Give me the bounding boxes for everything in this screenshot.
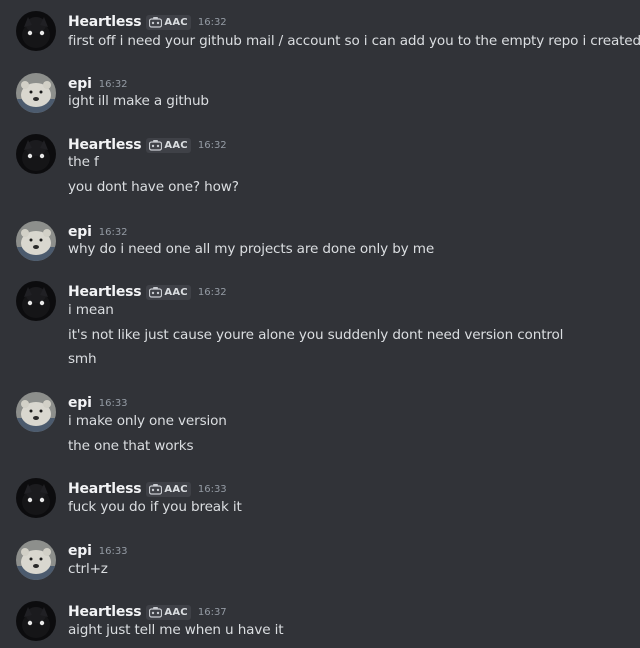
message-text: it's not like just cause youre alone you… (68, 327, 564, 343)
tag-icon (149, 16, 163, 28)
timestamp[interactable]: 16:32 (198, 140, 227, 151)
message-header: Heartless AAC 16:33 (68, 478, 227, 500)
tag-label: AAC (164, 606, 188, 618)
server-tag[interactable]: AAC (146, 137, 191, 153)
message-header: Heartless AAC 16:37 (68, 601, 227, 623)
message-text: i make only one version (68, 413, 227, 429)
timestamp[interactable]: 16:33 (198, 484, 227, 495)
message-header: epi 16:32 (68, 221, 128, 243)
tag-label: AAC (164, 286, 188, 298)
username[interactable]: epi (68, 224, 92, 240)
server-tag[interactable]: AAC (146, 284, 191, 300)
server-tag[interactable]: AAC (146, 14, 191, 30)
server-tag[interactable]: AAC (146, 481, 191, 497)
message-text: i mean (68, 302, 114, 318)
timestamp[interactable]: 16:32 (99, 79, 128, 90)
tag-icon (149, 606, 163, 618)
message-text: aight just tell me when u have it (68, 622, 284, 638)
username[interactable]: Heartless (68, 14, 142, 30)
avatar-heartless[interactable] (16, 281, 56, 321)
timestamp[interactable]: 16:32 (198, 287, 227, 298)
avatar-heartless[interactable] (16, 601, 56, 641)
tag-label: AAC (164, 483, 188, 495)
message-header: Heartless AAC 16:32 (68, 11, 227, 33)
server-tag[interactable]: AAC (146, 604, 191, 620)
message-text: why do i need one all my projects are do… (68, 241, 435, 257)
avatar-heartless[interactable] (16, 134, 56, 174)
message-text: first off i need your github mail / acco… (68, 33, 640, 49)
message-header: epi 16:33 (68, 392, 128, 414)
username[interactable]: Heartless (68, 604, 142, 620)
message-text: ctrl+z (68, 561, 108, 577)
avatar-epi[interactable] (16, 540, 56, 580)
timestamp[interactable]: 16:32 (198, 17, 227, 28)
avatar-heartless[interactable] (16, 11, 56, 51)
avatar-epi[interactable] (16, 392, 56, 432)
message-text: fuck you do if you break it (68, 499, 242, 515)
avatar-heartless[interactable] (16, 478, 56, 518)
tag-icon (149, 483, 163, 495)
message-header: epi 16:32 (68, 73, 128, 95)
tag-icon (149, 286, 163, 298)
message-text: ight ill make a github (68, 93, 209, 109)
message-text: the one that works (68, 438, 194, 454)
timestamp[interactable]: 16:33 (99, 398, 128, 409)
message-text: smh (68, 351, 97, 367)
message-text: you dont have one? how? (68, 179, 239, 195)
timestamp[interactable]: 16:37 (198, 607, 227, 618)
tag-icon (149, 139, 163, 151)
timestamp[interactable]: 16:32 (99, 227, 128, 238)
tag-label: AAC (164, 16, 188, 28)
username[interactable]: epi (68, 395, 92, 411)
username[interactable]: Heartless (68, 481, 142, 497)
username[interactable]: Heartless (68, 137, 142, 153)
username[interactable]: Heartless (68, 284, 142, 300)
username[interactable]: epi (68, 543, 92, 559)
timestamp[interactable]: 16:33 (99, 546, 128, 557)
username[interactable]: epi (68, 76, 92, 92)
tag-label: AAC (164, 139, 188, 151)
message-header: Heartless AAC 16:32 (68, 134, 227, 156)
message-header: epi 16:33 (68, 540, 128, 562)
message-text: the f (68, 154, 99, 170)
avatar-epi[interactable] (16, 73, 56, 113)
avatar-epi[interactable] (16, 221, 56, 261)
message-header: Heartless AAC 16:32 (68, 281, 227, 303)
